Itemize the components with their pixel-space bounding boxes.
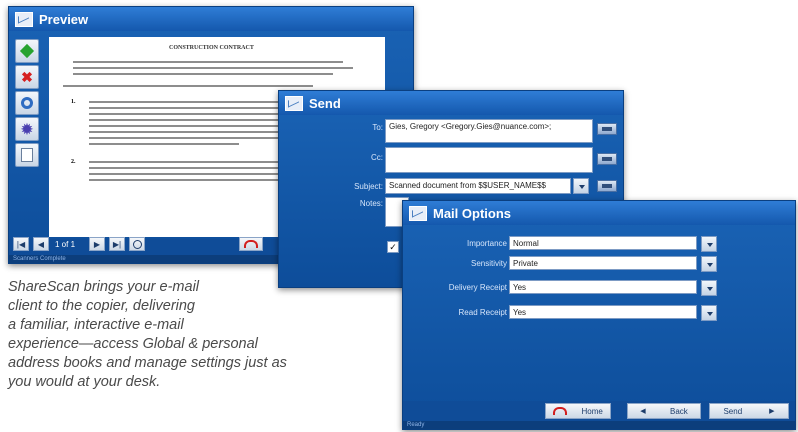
importance-dropdown-button[interactable]	[701, 236, 717, 252]
delivery-receipt-label: Delivery Receipt	[448, 283, 507, 292]
magnifier-icon	[132, 239, 142, 249]
send-button[interactable]: Send ▶	[709, 403, 789, 419]
envelope-icon	[285, 95, 303, 111]
zoom-button[interactable]	[129, 237, 145, 251]
caption-line: client to the copier, delivering	[8, 298, 195, 314]
sensitivity-label: Sensitivity	[470, 259, 507, 268]
read-receipt-label: Read Receipt	[458, 308, 507, 317]
rotate-button[interactable]	[15, 91, 39, 115]
notes-label: Notes:	[359, 199, 383, 208]
subject-dropdown-button[interactable]	[573, 178, 589, 194]
page-icon	[21, 148, 33, 162]
doc-text-line	[73, 73, 333, 75]
home-label: Home	[581, 406, 603, 416]
to-label: To:	[372, 123, 383, 132]
sensitivity-select[interactable]: Private	[509, 256, 697, 270]
settings-button[interactable]: ✹	[15, 117, 39, 141]
forward-arrow-icon: ▶	[769, 408, 775, 415]
importance-label: Importance	[466, 239, 507, 248]
mail-options-title: Mail Options	[433, 205, 511, 221]
caption-line: a familiar, interactive e-mail	[8, 317, 184, 333]
send-titlebar: Send	[279, 91, 623, 115]
next-page-button[interactable]: ▶	[89, 237, 105, 251]
to-address-book-button[interactable]	[597, 123, 617, 135]
preview-title: Preview	[39, 11, 89, 27]
preview-titlebar: Preview	[9, 7, 413, 31]
sensitivity-dropdown-button[interactable]	[701, 256, 717, 272]
checkbox[interactable]: ✓	[387, 241, 399, 253]
doc-text-line	[63, 85, 313, 87]
caption-line: address books and manage settings just a…	[8, 355, 287, 371]
back-label: Back	[670, 406, 688, 416]
caption: ShareScan brings your e-mail client to t…	[8, 278, 368, 392]
subject-field[interactable]: Scanned document from $$USER_NAME$$	[385, 178, 571, 194]
envelope-icon	[409, 205, 427, 221]
rotate-icon	[21, 97, 33, 109]
document-title: CONSTRUCTION CONTRACT	[169, 45, 254, 51]
delivery-receipt-dropdown-button[interactable]	[701, 280, 717, 296]
doc-section-number: 1.	[71, 99, 76, 105]
home-arc-icon	[244, 240, 258, 248]
preview-home-button[interactable]	[239, 237, 263, 251]
caption-line: ShareScan brings your e-mail	[8, 279, 200, 295]
read-receipt-dropdown-button[interactable]	[701, 305, 717, 321]
accept-button[interactable]	[15, 39, 39, 63]
back-button[interactable]: ◀ Back	[627, 403, 701, 419]
delivery-receipt-select[interactable]: Yes	[509, 280, 697, 294]
subject-options-button[interactable]	[597, 180, 617, 192]
diamond-check-icon	[19, 43, 35, 59]
doc-section-number: 2.	[71, 159, 76, 165]
caption-line: experience—access Global & personal	[8, 336, 258, 352]
page-button[interactable]	[15, 143, 39, 167]
last-page-button[interactable]: ▶|	[109, 237, 125, 251]
caption-line: you would at your desk.	[8, 374, 161, 390]
first-page-button[interactable]: |◀	[13, 237, 29, 251]
cc-field[interactable]	[385, 147, 593, 173]
importance-select[interactable]: Normal	[509, 236, 697, 250]
prev-page-button[interactable]: ◀	[33, 237, 49, 251]
mail-options-status: Ready	[403, 421, 795, 429]
doc-text-line	[73, 67, 353, 69]
send-label: Send	[723, 406, 743, 416]
red-x-icon: ✖	[21, 68, 33, 85]
doc-text-line	[73, 61, 343, 63]
page-indicator: 1 of 1	[55, 240, 76, 249]
delete-button[interactable]: ✖	[15, 65, 39, 89]
home-arc-icon	[553, 407, 568, 415]
mail-options-window: Mail Options Importance Normal Sensitivi…	[402, 200, 796, 430]
cc-label: Cc:	[371, 153, 383, 162]
read-receipt-select[interactable]: Yes	[509, 305, 697, 319]
send-title: Send	[309, 95, 341, 111]
to-field[interactable]: Gies, Gregory <Gregory.Gies@nuance.com>;	[385, 119, 593, 143]
home-button[interactable]: Home	[545, 403, 611, 419]
back-arrow-icon: ◀	[640, 408, 646, 415]
doc-text-line	[89, 143, 239, 145]
cc-address-book-button[interactable]	[597, 153, 617, 165]
scanner-icon	[15, 11, 33, 27]
subject-label: Subject:	[354, 182, 383, 191]
mail-options-titlebar: Mail Options	[403, 201, 795, 225]
gear-icon: ✹	[21, 120, 33, 137]
